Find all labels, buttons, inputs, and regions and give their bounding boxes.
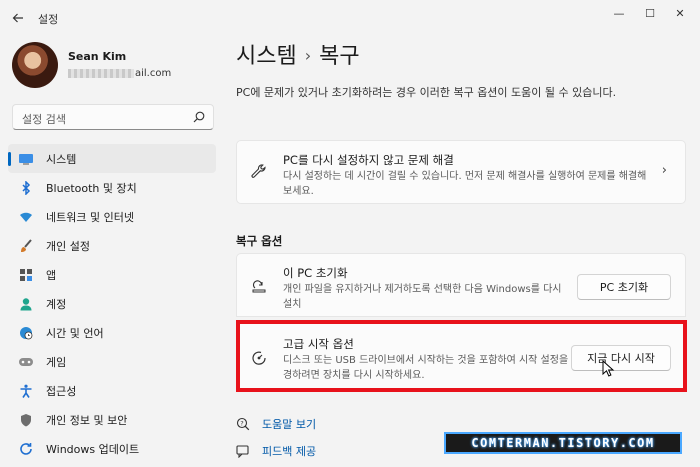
sidebar-item-label: 시간 및 언어 [46, 326, 104, 340]
user-email-suffix: ail.com [135, 68, 172, 79]
sidebar-item-privacy[interactable]: 개인 정보 및 보안 [8, 405, 216, 434]
bluetooth-icon [18, 180, 34, 196]
sidebar-item-apps[interactable]: 앱 [8, 260, 216, 289]
card-description: 개인 파일을 유지하거나 제거하도록 선택한 다음 Windows를 다시 설치 [283, 284, 562, 310]
card-title: 이 PC 초기화 [283, 266, 348, 280]
title-bar: 설정 — ☐ ✕ [0, 0, 700, 34]
user-email: ail.com [68, 68, 171, 79]
sidebar-nav: 시스템 Bluetooth 및 장치 네트워크 및 인터넷 개인 설정 앱 계정… [8, 144, 216, 463]
maximize-button[interactable]: ☐ [637, 4, 663, 22]
sidebar-item-bluetooth[interactable]: Bluetooth 및 장치 [8, 173, 216, 202]
reset-pc-button[interactable]: PC 초기화 [577, 274, 671, 300]
help-link-label: 도움말 보기 [262, 418, 317, 431]
email-redaction [68, 68, 134, 78]
highlight-annotation [236, 320, 687, 392]
sidebar-item-network[interactable]: 네트워크 및 인터넷 [8, 202, 216, 231]
brush-icon [18, 238, 34, 254]
back-arrow-icon[interactable] [8, 8, 28, 28]
user-name: Sean Kim [68, 50, 127, 63]
sidebar-item-accounts[interactable]: 계정 [8, 289, 216, 318]
sidebar-item-accessibility[interactable]: 접근성 [8, 376, 216, 405]
sidebar-item-label: 개인 설정 [46, 239, 90, 253]
sidebar-item-label: 접근성 [46, 384, 77, 398]
watermark: COMTERMAN.TISTORY.COM [444, 432, 682, 454]
minimize-button[interactable]: — [606, 4, 632, 22]
feedback-link-label: 피드백 제공 [262, 445, 317, 458]
reset-pc-card: 이 PC 초기화 개인 파일을 유지하거나 제거하도록 선택한 다음 Windo… [236, 253, 686, 317]
sidebar-item-system[interactable]: 시스템 [8, 144, 216, 173]
sidebar-item-personalization[interactable]: 개인 설정 [8, 231, 216, 260]
card-description: 다시 설정하는 데 시간이 걸릴 수 있습니다. 먼저 문제 해결사를 실행하여… [283, 171, 647, 197]
sidebar-item-label: Bluetooth 및 장치 [46, 181, 137, 195]
sidebar-item-label: 네트워크 및 인터넷 [46, 210, 134, 224]
reset-pc-icon [252, 280, 266, 293]
mouse-cursor-icon [602, 360, 615, 377]
breadcrumb-parent[interactable]: 시스템 [236, 44, 297, 69]
search-placeholder: 설정 검색 [22, 113, 66, 126]
globe-clock-icon [18, 325, 34, 341]
user-profile[interactable]: Sean Kim ail.com [12, 42, 212, 90]
sidebar-item-label: 게임 [46, 355, 67, 369]
sidebar-item-time-language[interactable]: 시간 및 언어 [8, 318, 216, 347]
close-button[interactable]: ✕ [667, 4, 693, 22]
wrench-icon [251, 164, 266, 178]
sidebar-item-gaming[interactable]: 게임 [8, 347, 216, 376]
avatar [12, 42, 58, 88]
page-description: PC에 문제가 있거나 초기화하려는 경우 이러한 복구 옵션이 도움이 될 수… [236, 86, 617, 99]
feedback-link[interactable]: 피드백 제공 [236, 443, 316, 459]
update-icon [18, 441, 34, 457]
search-icon [193, 111, 205, 123]
wifi-icon [18, 209, 34, 225]
search-input[interactable]: 설정 검색 [12, 104, 214, 130]
app-title: 설정 [38, 13, 59, 26]
apps-icon [18, 267, 34, 283]
shield-icon [18, 412, 34, 428]
section-title: 복구 옵션 [236, 234, 283, 248]
sidebar-item-label: 앱 [46, 268, 57, 282]
watermark-text: COMTERMAN.TISTORY.COM [471, 436, 655, 450]
gamepad-icon [18, 354, 34, 370]
sidebar-item-windows-update[interactable]: Windows 업데이트 [8, 434, 216, 463]
help-icon: ? [236, 417, 250, 431]
sidebar-item-label: 개인 정보 및 보안 [46, 413, 128, 427]
sidebar-item-label: Windows 업데이트 [46, 442, 140, 456]
sidebar-item-label: 시스템 [46, 152, 77, 166]
page-title: 시스템 › 복구 [236, 38, 360, 70]
help-link[interactable]: ? 도움말 보기 [236, 416, 316, 432]
card-title: PC를 다시 설정하지 않고 문제 해결 [283, 153, 454, 167]
account-icon [18, 296, 34, 312]
system-icon [18, 151, 34, 167]
chevron-right-icon: › [661, 163, 667, 178]
breadcrumb-current: 복구 [319, 44, 360, 69]
feedback-icon [236, 444, 250, 458]
breadcrumb-separator: › [304, 46, 312, 65]
troubleshoot-card[interactable]: PC를 다시 설정하지 않고 문제 해결 다시 설정하는 데 시간이 걸릴 수 … [236, 140, 686, 204]
sidebar-item-label: 계정 [46, 297, 67, 311]
accessibility-icon [18, 383, 34, 399]
svg-text:?: ? [240, 419, 243, 427]
